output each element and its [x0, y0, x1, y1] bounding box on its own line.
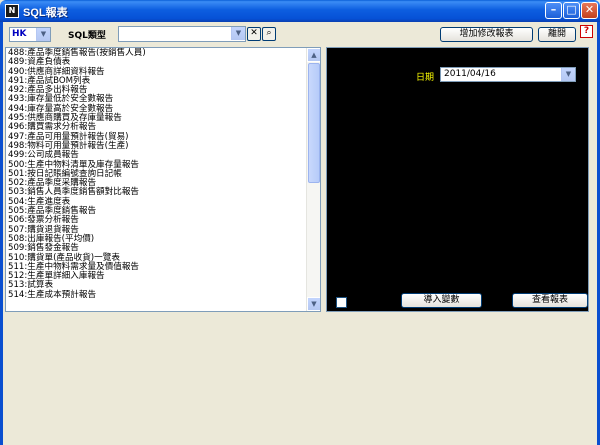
title-bar: N SQL報表 – □ ✕	[0, 0, 600, 22]
company-select-value: HK	[12, 29, 27, 39]
company-select[interactable]: HK ▼	[9, 27, 51, 42]
parameter-panel: 日期 2011/04/16 ▼ 導入變數 查看報表	[326, 47, 589, 312]
window-frame-left	[0, 22, 3, 445]
toolbar: HK ▼ SQL類型 ▼ ✕ ⌕ 增加修改報表 離開 ?	[3, 22, 597, 46]
leave-button[interactable]: 離開	[538, 27, 576, 42]
report-list-scrollbar[interactable]: ▲ ▼	[306, 48, 320, 311]
checkbox[interactable]	[336, 297, 347, 308]
search-button[interactable]: ⌕	[262, 27, 276, 41]
chevron-down-icon[interactable]: ▼	[36, 28, 50, 41]
sql-type-select[interactable]: ▼	[118, 26, 246, 42]
window-title: SQL報表	[23, 7, 68, 19]
help-icon: ?	[583, 26, 590, 36]
close-button[interactable]: ✕	[581, 2, 598, 19]
app-icon: N	[5, 4, 19, 18]
close-icon: ✕	[250, 28, 258, 38]
chevron-down-icon[interactable]: ▼	[231, 27, 245, 40]
report-list[interactable]: 488:產品季度銷售報告(按銷售人員) 489:資產負債表 490:供應商詳細資料報…	[5, 47, 321, 312]
date-label: 日期	[416, 73, 435, 83]
report-list-items: 488:產品季度銷售報告(按銷售人員) 489:資產負債表 490:供應商詳細資料報…	[8, 48, 308, 300]
sql-type-label: SQL類型	[68, 31, 106, 41]
scroll-thumb[interactable]	[308, 63, 320, 183]
minimize-button[interactable]: –	[545, 2, 562, 19]
add-edit-report-button[interactable]: 增加修改報表	[440, 27, 533, 42]
import-params-button[interactable]: 導入變數	[401, 293, 482, 308]
maximize-button[interactable]: □	[563, 2, 580, 19]
list-item[interactable]: 512:生產單詳細入庫報告	[8, 271, 308, 281]
date-value: 2011/04/16	[444, 69, 496, 79]
date-picker[interactable]: 2011/04/16 ▼	[440, 67, 576, 82]
search-icon: ⌕	[266, 28, 272, 38]
help-button[interactable]: ?	[580, 25, 593, 38]
list-item[interactable]: 514:生產成本預計報告	[8, 290, 308, 300]
chevron-down-icon[interactable]: ▼	[561, 68, 575, 81]
clear-button[interactable]: ✕	[247, 27, 261, 41]
scroll-up-icon[interactable]: ▲	[307, 48, 320, 62]
view-report-button[interactable]: 查看報表	[512, 293, 588, 308]
scroll-down-icon[interactable]: ▼	[307, 297, 320, 311]
